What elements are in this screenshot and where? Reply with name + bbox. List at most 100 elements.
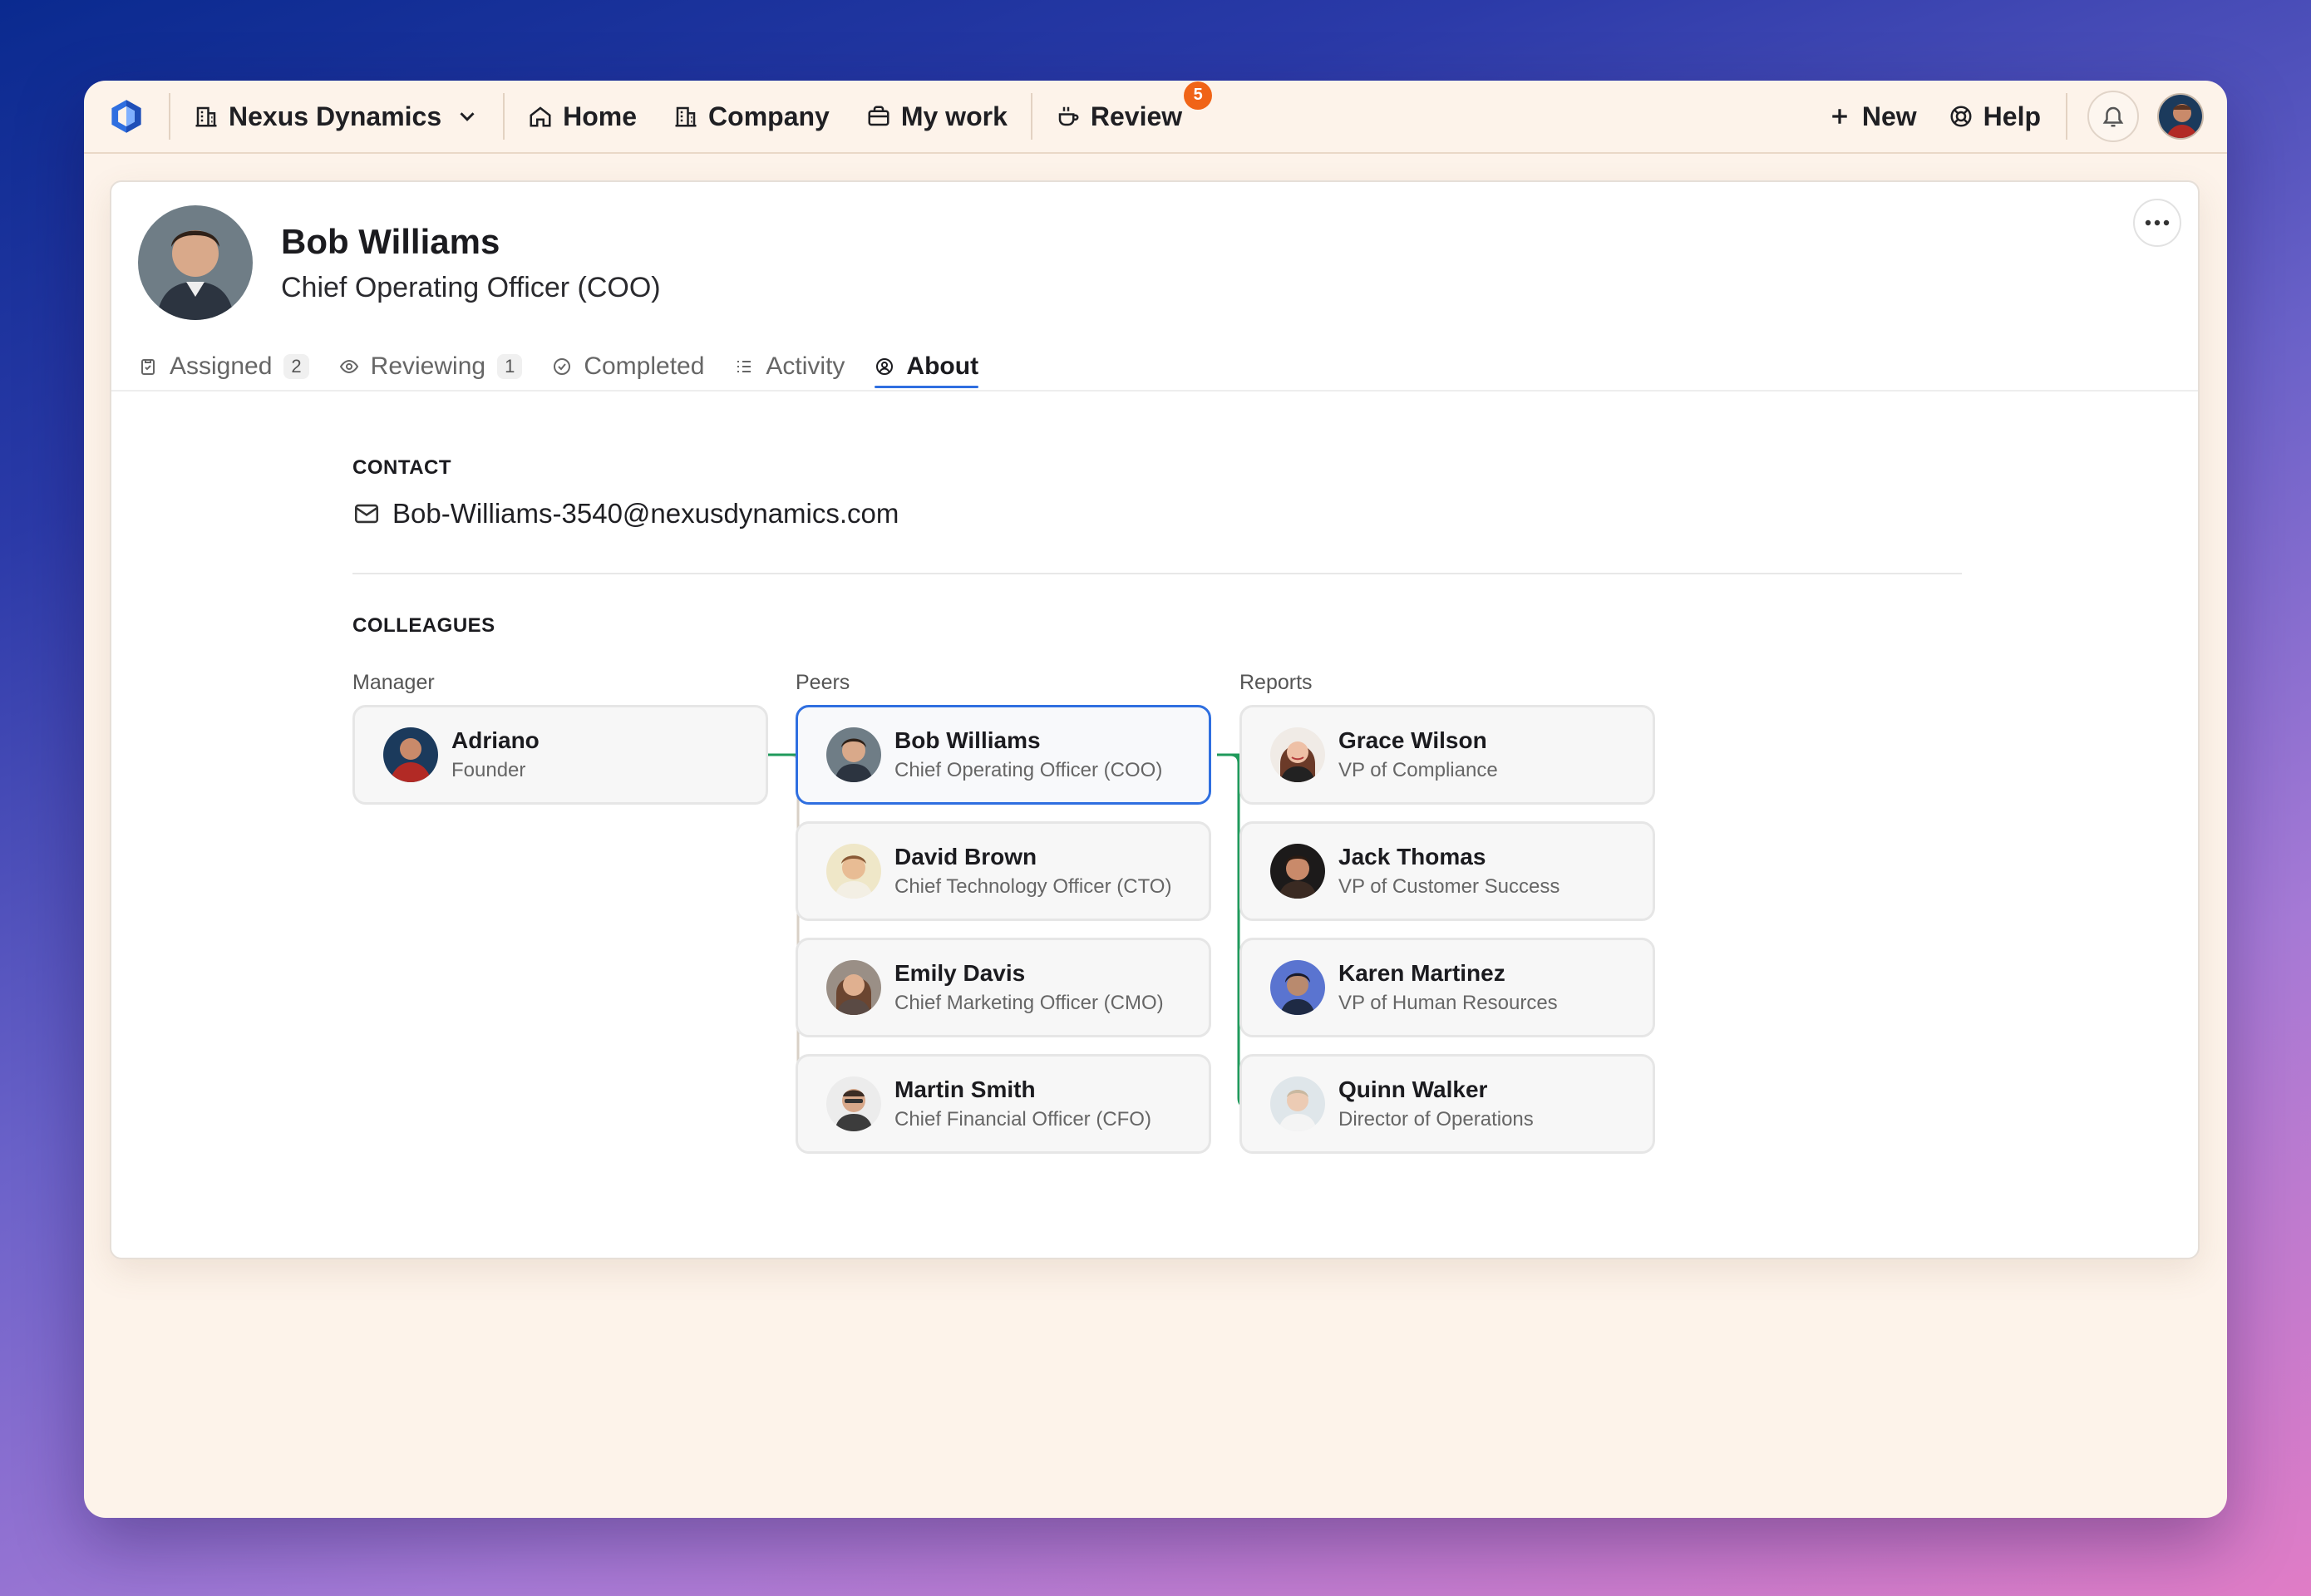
peer-card[interactable]: David Brown Chief Technology Officer (CT…	[796, 821, 1211, 921]
nav-my-work-label: My work	[900, 101, 1008, 131]
peer-name: Emily Davis	[894, 960, 1026, 986]
clipboard-icon	[141, 359, 155, 375]
report-role: Director of Operations	[1338, 1108, 1534, 1130]
peer-role: Chief Marketing Officer (CMO)	[894, 992, 1164, 1014]
avatar	[826, 844, 881, 899]
divider	[503, 93, 505, 140]
org-name: Nexus Dynamics	[229, 101, 442, 131]
top-right-actions: New Help	[1796, 91, 2204, 142]
check-circle-icon	[554, 358, 571, 375]
user-circle-icon	[876, 358, 894, 375]
avatar	[1270, 844, 1325, 899]
divider	[2066, 93, 2067, 140]
manager-column-label: Manager	[352, 671, 435, 694]
building-icon	[675, 106, 697, 127]
report-role: VP of Customer Success	[1338, 875, 1560, 898]
manager-role: Founder	[451, 759, 526, 781]
tab-reviewing[interactable]: Reviewing 1	[339, 330, 523, 403]
avatar	[383, 727, 438, 782]
peer-name: David Brown	[894, 844, 1037, 869]
eye-icon	[339, 359, 358, 374]
nav-my-work[interactable]: My work	[866, 101, 1008, 132]
peer-name: Martin Smith	[894, 1076, 1036, 1102]
help-button[interactable]: Help	[1949, 101, 2041, 132]
report-card[interactable]: Quinn Walker Director of Operations	[1239, 1054, 1655, 1154]
tabs-divider	[111, 390, 2198, 392]
list-icon	[737, 361, 751, 372]
hexagon-logo-icon[interactable]	[107, 97, 145, 135]
avatar	[826, 1076, 881, 1131]
report-role: VP of Human Resources	[1338, 992, 1558, 1014]
tab-assigned-count: 2	[283, 354, 309, 379]
mail-icon	[354, 504, 379, 524]
lifebuoy-icon	[1950, 106, 1972, 127]
tab-activity[interactable]: Activity	[734, 330, 845, 403]
nav-home-label: Home	[563, 101, 638, 131]
nav-company[interactable]: Company	[673, 101, 830, 132]
peer-role: Chief Technology Officer (CTO)	[894, 875, 1172, 898]
user-avatar[interactable]	[2157, 93, 2204, 140]
more-options-button[interactable]	[2133, 199, 2181, 247]
ellipsis-icon	[2145, 219, 2170, 226]
tab-about[interactable]: About	[875, 330, 978, 403]
profile-heading: Bob Williams Chief Operating Officer (CO…	[281, 222, 661, 304]
profile-name: Bob Williams	[281, 221, 500, 261]
peer-role: Chief Operating Officer (COO)	[894, 759, 1163, 781]
profile-title: Chief Operating Officer (COO)	[281, 271, 661, 303]
peer-card[interactable]: Martin Smith Chief Financial Officer (CF…	[796, 1054, 1211, 1154]
avatar	[826, 727, 881, 782]
profile-tabs: Assigned 2 Reviewing 1 Completed Activit…	[138, 330, 1008, 403]
profile-header: Bob Williams Chief Operating Officer (CO…	[138, 205, 661, 320]
peer-card[interactable]: Emily Davis Chief Marketing Officer (CMO…	[796, 938, 1211, 1037]
new-button-label: New	[1861, 101, 1917, 131]
top-navigation-bar: Nexus Dynamics Home Company My work Revi…	[84, 81, 2227, 154]
peers-column-label: Peers	[796, 671, 850, 694]
contact-heading: CONTACT	[352, 456, 452, 479]
org-switcher[interactable]: Nexus Dynamics	[194, 101, 480, 132]
tab-completed[interactable]: Completed	[552, 330, 704, 403]
avatar	[1270, 960, 1325, 1015]
report-name: Quinn Walker	[1338, 1076, 1488, 1102]
tab-assigned-label: Assigned	[170, 352, 273, 380]
profile-avatar	[138, 205, 253, 320]
plus-icon	[1832, 109, 1847, 124]
peer-card-current[interactable]: Bob Williams Chief Operating Officer (CO…	[796, 705, 1211, 805]
report-name: Grace Wilson	[1338, 727, 1487, 753]
tab-completed-label: Completed	[584, 352, 705, 380]
help-button-label: Help	[1983, 101, 2041, 131]
chevron-down-icon	[460, 112, 475, 121]
report-card[interactable]: Jack Thomas VP of Customer Success	[1239, 821, 1655, 921]
app-window: Nexus Dynamics Home Company My work Revi…	[84, 81, 2227, 1518]
email-row: Bob-Williams-3540@nexusdynamics.com	[352, 498, 899, 530]
tab-assigned[interactable]: Assigned 2	[138, 330, 309, 403]
report-card[interactable]: Karen Martinez VP of Human Resources	[1239, 938, 1655, 1037]
home-icon	[530, 106, 551, 127]
reports-column-label: Reports	[1239, 671, 1313, 694]
profile-card: Bob Williams Chief Operating Officer (CO…	[110, 180, 2200, 1259]
tab-activity-label: Activity	[766, 352, 845, 380]
tab-reviewing-count: 1	[497, 354, 523, 379]
divider	[1030, 93, 1032, 140]
manager-card[interactable]: Adriano Founder	[352, 705, 768, 805]
avatar	[1270, 727, 1325, 782]
review-count-badge: 5	[1184, 81, 1213, 110]
bell-icon	[2102, 106, 2124, 127]
nav-company-label: Company	[708, 101, 830, 131]
colleagues-heading: COLLEAGUES	[352, 614, 495, 637]
tab-about-label: About	[906, 352, 979, 380]
coffee-cup-icon	[1058, 106, 1079, 126]
nav-review-label: Review	[1090, 101, 1183, 131]
nav-home[interactable]: Home	[528, 101, 637, 132]
peer-role: Chief Financial Officer (CFO)	[894, 1108, 1151, 1130]
briefcase-icon	[868, 106, 889, 126]
email-link[interactable]: Bob-Williams-3540@nexusdynamics.com	[392, 498, 899, 530]
report-card[interactable]: Grace Wilson VP of Compliance	[1239, 705, 1655, 805]
new-button[interactable]: New	[1827, 101, 1917, 132]
nav-review[interactable]: Review 5	[1056, 81, 1213, 132]
report-role: VP of Compliance	[1338, 759, 1498, 781]
report-name: Jack Thomas	[1338, 844, 1486, 869]
report-name: Karen Martinez	[1338, 960, 1505, 986]
avatar	[826, 960, 881, 1015]
notifications-button[interactable]	[2087, 91, 2139, 142]
tab-reviewing-label: Reviewing	[370, 352, 486, 380]
